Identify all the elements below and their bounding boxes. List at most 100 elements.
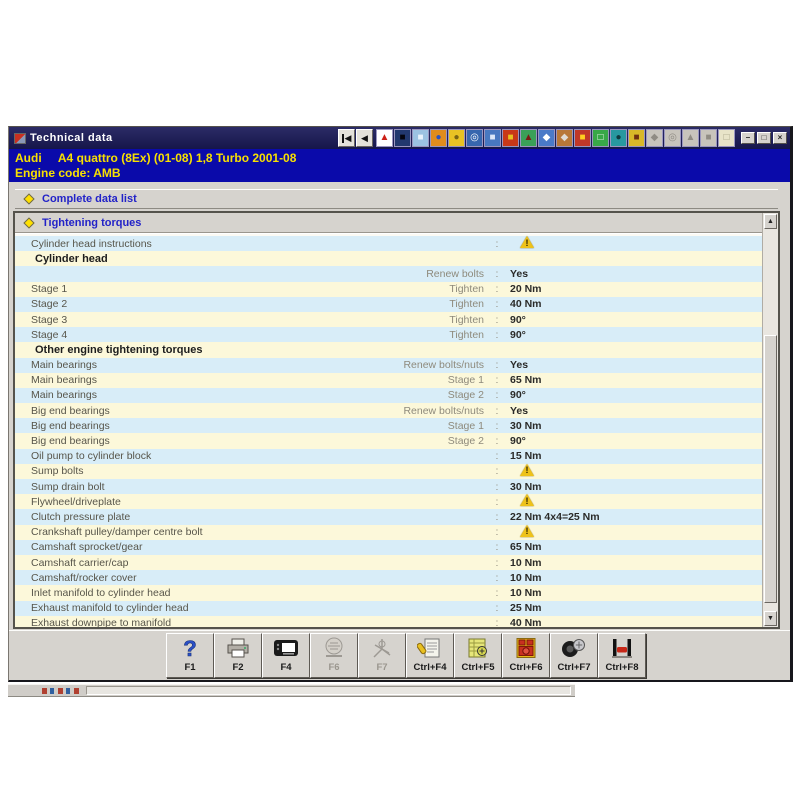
connector-icon[interactable]: □	[592, 129, 609, 147]
table-row: Cylinder head instructions:	[15, 236, 762, 251]
section-row: Cylinder head	[15, 251, 762, 266]
table-row: Camshaft carrier/cap:10 Nm	[15, 555, 762, 570]
table-row: Exhaust downpipe to manifold:40 Nm	[15, 616, 762, 627]
f1-button[interactable]: ?F1	[166, 633, 214, 678]
tightening-torques-panel: Tightening torques Cylinder head instruc…	[13, 211, 780, 629]
table-row: Crankshaft pulley/damper centre bolt:	[15, 525, 762, 540]
ctrl-f7-button[interactable]: Ctrl+F7	[550, 633, 598, 678]
table-row: Renew bolts:Yes	[15, 266, 762, 281]
lift-platform-icon[interactable]: ▲	[520, 129, 537, 147]
table-row: Oil pump to cylinder block:15 Nm	[15, 449, 762, 464]
table-row: Flywheel/driveplate:	[15, 494, 762, 509]
complete-data-list-label: Complete data list	[42, 193, 137, 205]
module-icon-disabled: □	[718, 129, 735, 147]
hazard-icon-disabled: ▲	[682, 129, 699, 147]
table-row: Stage 1Tighten:20 Nm	[15, 282, 762, 297]
f6-button: F6	[310, 633, 358, 678]
title-bar: Technical data ◀ ◀ ▲■■●●◎■■▲◆◆■□●■◆◎▲■□ …	[9, 127, 790, 149]
restore-button[interactable]: □	[757, 132, 771, 144]
minimize-button[interactable]: –	[741, 132, 755, 144]
f2-button[interactable]: F2	[214, 633, 262, 678]
table-row: Main bearingsRenew bolts/nuts:Yes	[15, 358, 762, 373]
measuring-tool-icon	[369, 635, 395, 661]
window-controls: – □ ×	[741, 132, 787, 144]
table-row: Sump bolts:	[15, 464, 762, 479]
table-row: Sump drain bolt:30 Nm	[15, 479, 762, 494]
warning-icon	[520, 494, 534, 506]
engine-code-line: Engine code: AMB	[15, 166, 790, 181]
wheel-data-icon	[560, 635, 588, 661]
warning-triangle-icon[interactable]: ▲	[376, 129, 393, 147]
ctrl-f6-button[interactable]: Ctrl+F6	[502, 633, 550, 678]
ctrl-f8-button[interactable]: Ctrl+F8	[598, 633, 646, 678]
wheel-icon-disabled: ◎	[664, 129, 681, 147]
warning-icon	[520, 464, 534, 476]
table-row: Main bearingsStage 2:90°	[15, 388, 762, 403]
table-row: Camshaft sprocket/gear:65 Nm	[15, 540, 762, 555]
tightening-torques-header[interactable]: Tightening torques	[15, 213, 762, 233]
taskbar-fragment	[8, 684, 575, 697]
table-row: Stage 2Tighten:40 Nm	[15, 297, 762, 312]
close-button[interactable]: ×	[773, 132, 787, 144]
wheel-alignment-icon[interactable]: ◎	[466, 129, 483, 147]
repair-times-icon[interactable]: ■	[484, 129, 501, 147]
titlebar-icon-strip: ▲■■●●◎■■▲◆◆■□●■◆◎▲■□	[376, 129, 735, 147]
control-unit-icon	[272, 635, 300, 661]
scroll-up-icon[interactable]: ▲	[764, 214, 777, 229]
function-key-bar: ?F1F2F4F6F7Ctrl+F4Ctrl+F5Ctrl+F6Ctrl+F7C…	[9, 630, 790, 680]
section-row: Other engine tightening torques	[15, 342, 762, 357]
stamp-icon	[321, 635, 347, 661]
window-title: Technical data	[30, 132, 338, 144]
table-row: Stage 3Tighten:90°	[15, 312, 762, 327]
car-icon-disabled: ■	[700, 129, 717, 147]
table-row: Big end bearingsRenew bolts/nuts:Yes	[15, 403, 762, 418]
scrollbar-thumb[interactable]	[764, 335, 777, 603]
paint-data-icon[interactable]: ■	[412, 129, 429, 147]
titlebar-toolbar: ◀ ◀ ▲■■●●◎■■▲◆◆■□●■◆◎▲■□ – □ ×	[338, 129, 787, 147]
vehicle-model: A4 quattro (8Ex) (01-08) 1,8 Turbo 2001-…	[58, 151, 297, 165]
warning-icon	[520, 236, 534, 248]
table-row: Stage 4Tighten:90°	[15, 327, 762, 342]
notes-icon	[417, 635, 443, 661]
warning-icon	[520, 525, 534, 537]
help-icon: ?	[177, 635, 203, 661]
table-row: Big end bearingsStage 2:90°	[15, 433, 762, 448]
taskbar-icons	[42, 688, 80, 694]
lift-icon	[609, 635, 635, 661]
nav-first-icon[interactable]: ◀	[338, 129, 355, 147]
taskbar-inset	[86, 686, 571, 695]
f4-button[interactable]: F4	[262, 633, 310, 678]
table-row: Exhaust manifold to cylinder head:25 Nm	[15, 601, 762, 616]
key-programming-icon[interactable]: ◆	[538, 129, 555, 147]
battery-icon[interactable]: ■	[574, 129, 591, 147]
diamond-icon	[23, 193, 34, 204]
vertical-scrollbar[interactable]: ▲ ▼	[762, 213, 778, 627]
parts-list-icon	[465, 635, 491, 661]
print-icon	[225, 635, 251, 661]
f7-button: F7	[358, 633, 406, 678]
table-row: Inlet manifold to cylinder head:10 Nm	[15, 585, 762, 600]
function-bar: ?F1F2F4F6F7Ctrl+F4Ctrl+F5Ctrl+F6Ctrl+F7C…	[166, 633, 646, 678]
main-content: Complete data list Tightening torques Cy…	[9, 182, 790, 630]
scroll-down-icon[interactable]: ▼	[764, 611, 777, 626]
torque-table: Cylinder head instructions:Cylinder head…	[15, 234, 762, 627]
app-icon	[14, 133, 26, 144]
engine-oil-icon[interactable]: ●	[448, 129, 465, 147]
towing-icon[interactable]: ■	[628, 129, 645, 147]
ctrl-f5-button[interactable]: Ctrl+F5	[454, 633, 502, 678]
diagnostics-icon[interactable]: ●	[610, 129, 627, 147]
nav-back-icon[interactable]: ◀	[356, 129, 373, 147]
complete-data-list-row[interactable]: Complete data list	[15, 189, 778, 209]
diamond-icon	[23, 217, 34, 228]
tightening-torques-label: Tightening torques	[42, 217, 141, 229]
app-window: Technical data ◀ ◀ ▲■■●●◎■■▲◆◆■□●■◆◎▲■□ …	[8, 126, 793, 682]
tools-icon-disabled: ◆	[646, 129, 663, 147]
fuse-box-icon	[513, 635, 539, 661]
exhaust-data-icon[interactable]: ■	[502, 129, 519, 147]
table-row: Camshaft/rocker cover:10 Nm	[15, 570, 762, 585]
crash-repair-icon[interactable]: ■	[394, 129, 411, 147]
wrench-icon[interactable]: ◆	[556, 129, 573, 147]
table-row: Main bearingsStage 1:65 Nm	[15, 373, 762, 388]
ctrl-f4-button[interactable]: Ctrl+F4	[406, 633, 454, 678]
service-gauge-icon[interactable]: ●	[430, 129, 447, 147]
